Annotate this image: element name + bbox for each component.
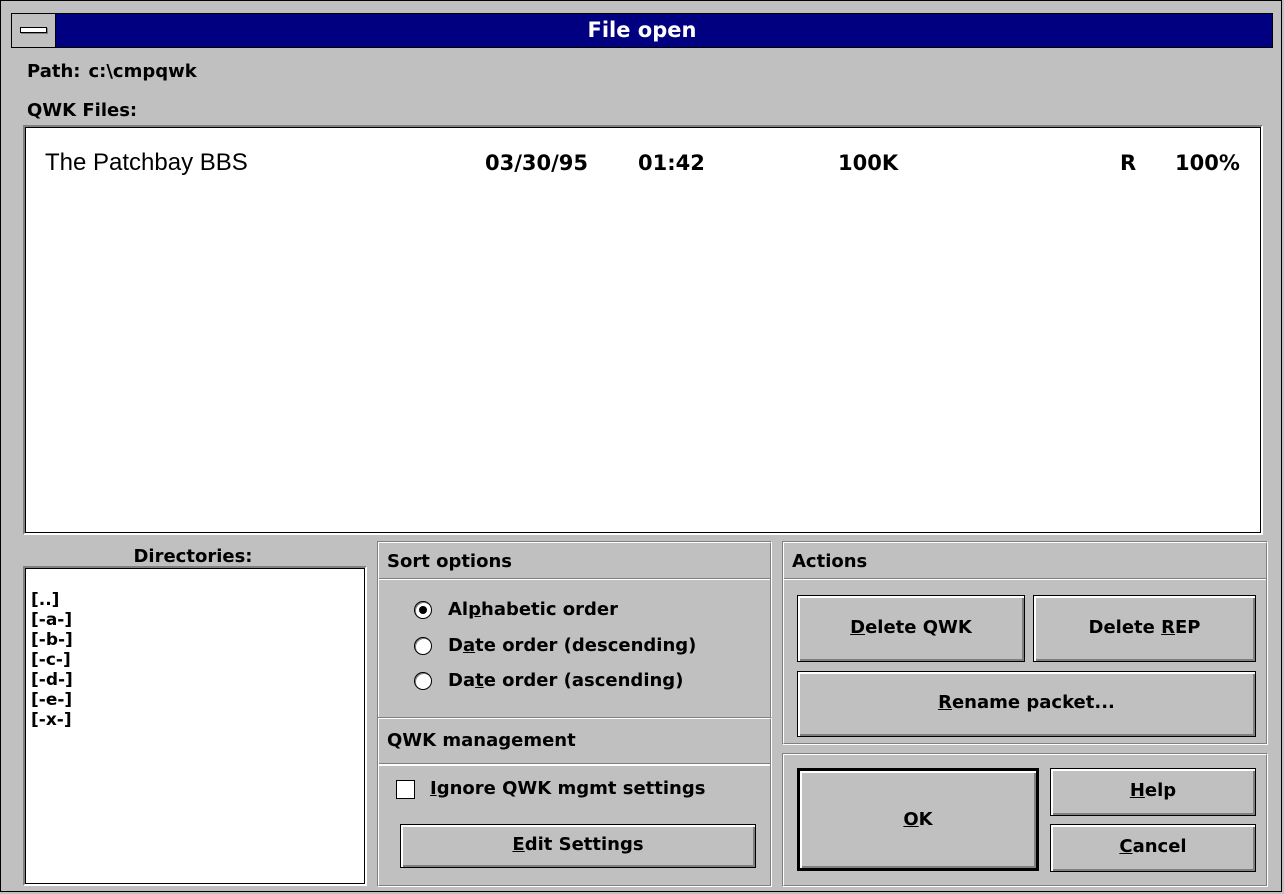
- radio-unselected-icon: [414, 672, 432, 690]
- radio-unselected-icon: [414, 637, 432, 655]
- ignore-qwk-mgmt-label: Ignore QWK mgmt settings: [430, 778, 706, 799]
- directories-label: Directories:: [133, 546, 253, 567]
- directories-list[interactable]: [..] [-a-] [-b-] [-c-] [-d-] [-e-] [-x-]: [23, 566, 367, 886]
- directory-item[interactable]: [..]: [31, 590, 59, 610]
- qwk-management-group: QWK management Ignore QWK mgmt settings …: [377, 717, 772, 887]
- directory-item[interactable]: [-e-]: [31, 690, 72, 710]
- file-name: The Patchbay BBS: [45, 149, 248, 176]
- ok-button[interactable]: OK: [797, 768, 1039, 871]
- title-bar: File open: [11, 13, 1273, 48]
- radio-selected-icon: [414, 601, 432, 619]
- qwk-management-title: QWK management: [387, 730, 576, 751]
- file-percent: 100%: [1175, 151, 1240, 175]
- delete-rep-button[interactable]: Delete REP: [1033, 595, 1256, 662]
- sort-options-title: Sort options: [387, 551, 512, 572]
- directory-item[interactable]: [-x-]: [31, 710, 72, 730]
- qwk-file-row[interactable]: The Patchbay BBS 03/30/95 01:42 100K R 1…: [25, 149, 1261, 179]
- checkbox-icon: [396, 780, 415, 799]
- directory-item[interactable]: [-a-]: [31, 610, 72, 630]
- file-size: 100K: [838, 151, 899, 175]
- qwk-files-label: QWK Files:: [27, 100, 138, 121]
- path-value: c:\cmpqwk: [88, 61, 197, 82]
- file-time: 01:42: [638, 151, 705, 175]
- actions-title: Actions: [792, 551, 868, 572]
- file-rep-flag: R: [1120, 151, 1137, 175]
- window-title: File open: [587, 18, 697, 42]
- rename-packet-button[interactable]: Rename packet...: [797, 671, 1256, 737]
- cancel-button[interactable]: Cancel: [1050, 824, 1256, 872]
- directory-item[interactable]: [-c-]: [31, 650, 71, 670]
- edit-settings-button[interactable]: Edit Settings: [400, 824, 756, 868]
- file-open-dialog: File open Path: c:\cmpqwk QWK Files: The …: [0, 0, 1282, 892]
- help-button[interactable]: Help: [1050, 768, 1256, 816]
- dialog-buttons-panel: OK Help Cancel: [782, 753, 1268, 887]
- file-date: 03/30/95: [485, 151, 589, 175]
- actions-group: Actions Delete QWK Delete REP Rename pac…: [782, 541, 1268, 745]
- qwk-files-list[interactable]: The Patchbay BBS 03/30/95 01:42 100K R 1…: [23, 125, 1263, 535]
- path-label: Path:: [27, 61, 81, 82]
- directory-item[interactable]: [-d-]: [31, 670, 73, 690]
- path-display: Path: c:\cmpqwk: [27, 61, 197, 82]
- delete-qwk-button[interactable]: Delete QWK: [797, 595, 1025, 662]
- directory-item[interactable]: [-b-]: [31, 630, 73, 650]
- ignore-qwk-mgmt-checkbox[interactable]: Ignore QWK mgmt settings: [392, 778, 752, 802]
